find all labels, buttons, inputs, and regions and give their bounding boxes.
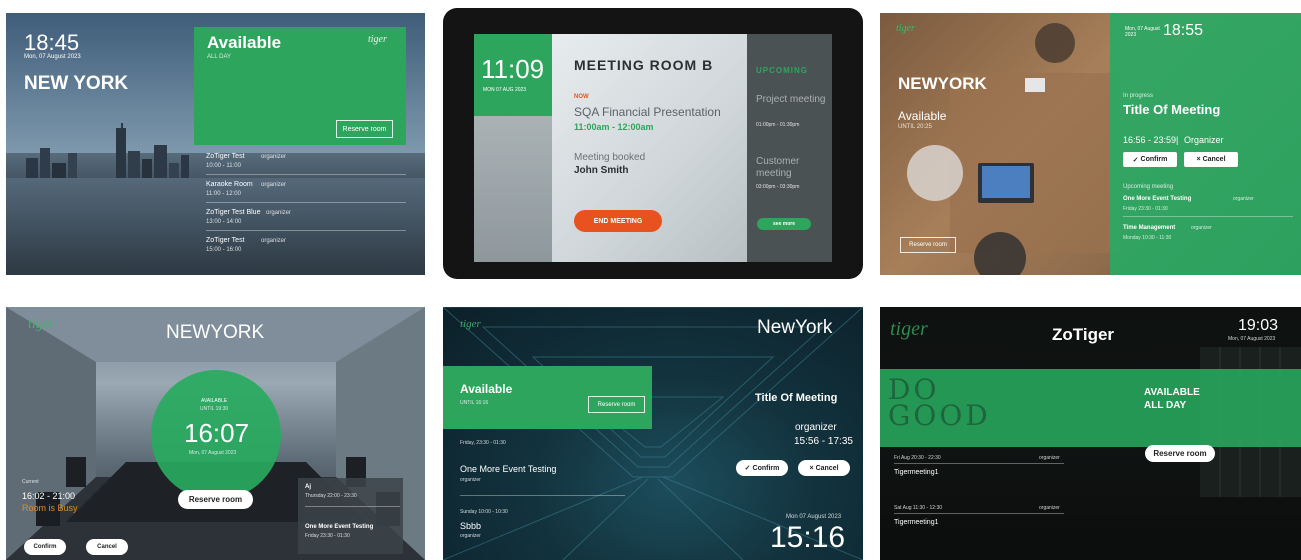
upcoming-column: UPCOMING Project meeting 01:00pm - 01:30… (747, 34, 832, 262)
clock-date: Mon, 07 August 2023 (1228, 336, 1276, 342)
check-icon: ✓ (744, 465, 751, 472)
meeting-organizer: organizer (795, 422, 837, 433)
close-icon: × (1196, 156, 1201, 163)
city-name: NEW YORK (24, 73, 129, 94)
upcoming-item-time: 03:00pm - 03:30pm (756, 184, 800, 190)
panel-zotiger-office: DO GOOD tiger ZoTiger 19:03 Mon, 07 Augu… (880, 307, 1301, 560)
city-name: NEWYORK (166, 322, 265, 343)
brand-logo: tiger (896, 23, 915, 34)
clock-date: Mon, 07 August 2023 (24, 54, 81, 60)
upcoming-label: UPCOMING (756, 66, 808, 75)
status-subtitle: UNTIL 16:16 (460, 400, 489, 406)
booked-by-label: Meeting booked (574, 152, 646, 163)
status-card: Available ALL DAY tiger Reserve room (194, 27, 406, 145)
current-title: Room is Busy (22, 503, 78, 513)
panel-new-york-skyline: 18:45 Mon, 07 August 2023 NEW YORK Avail… (6, 13, 425, 275)
clock-date: MON 07 AUG 2023 (483, 87, 527, 93)
status-subtitle: ALL DAY (207, 54, 232, 60)
end-meeting-button[interactable]: END MEETING (574, 210, 662, 232)
clock-time: 15:16 (770, 521, 846, 554)
meeting-time: 16:56 - 23:59 (1123, 135, 1177, 145)
now-label: NOW (574, 94, 589, 100)
cancel-button[interactable]: Cancel (86, 539, 128, 555)
in-progress-label: In progress (1123, 93, 1154, 99)
page-title: ZoTiger (1052, 325, 1115, 344)
current-label: Current (22, 479, 39, 485)
cancel-button[interactable]: × Cancel (1184, 152, 1238, 167)
clock-date: Mon 07 August 2023 (786, 514, 842, 520)
booked-by-name: John Smith (574, 165, 629, 176)
clock-date: Mon, 07 August 2023 (189, 450, 237, 456)
reserve-room-button[interactable]: Reserve room (178, 490, 253, 509)
clock-date: Mon, 07 August 2023 (1125, 26, 1160, 38)
meeting-details: MEETING ROOM B NOW SQA Financial Present… (552, 34, 747, 262)
brand-logo: tiger (368, 34, 387, 45)
upcoming-item-time: 01:00pm - 01:30pm (756, 122, 800, 128)
status-subtitle: UNTIL 20:25 (898, 124, 932, 130)
status-circle: AVAILABLE UNTIL 19:30 16:07 Mon, 07 Augu… (151, 370, 281, 500)
status-title: AVAILABLE (201, 398, 228, 404)
clock-time: 18:45 (24, 30, 80, 55)
meeting-organizer: Organizer (1184, 135, 1224, 145)
reserve-room-button[interactable]: Reserve room (336, 120, 393, 138)
reserve-room-button[interactable]: Reserve room (588, 396, 645, 413)
status-subtitle: UNTIL 19:30 (200, 406, 229, 412)
panel-tablet-meeting-room-b: 11:09 MON 07 AUG 2023 MEETING ROOM B NOW… (443, 8, 863, 279)
clock-time: 16:07 (184, 418, 250, 448)
status-card: Available UNTIL 16:16 Reserve room (443, 366, 652, 429)
check-icon: ✓ (1132, 156, 1139, 164)
tablet-screen: 11:09 MON 07 AUG 2023 MEETING ROOM B NOW… (474, 34, 832, 262)
current-time: 16:02 - 21:00 (22, 491, 76, 501)
meeting-time: 15:56 - 17:35 (794, 436, 853, 447)
meeting-title: Title Of Meeting (755, 392, 838, 404)
clock-time: 11:09 (481, 54, 545, 84)
status-subtitle: ALL DAY (1144, 400, 1187, 411)
meeting-title: Title Of Meeting (1123, 102, 1221, 117)
reserve-room-button[interactable]: Reserve room (1145, 445, 1215, 462)
panel-tunnel: tiger NewYork Available UNTIL 16:16 Rese… (443, 307, 863, 560)
upcoming-list: Aj Thursday 22:00 - 23:30 One More Event… (298, 478, 403, 554)
upcoming-item-title[interactable]: Project meeting (756, 94, 826, 106)
city-name: NEWYORK (898, 74, 987, 93)
city-name: NewYork (757, 317, 833, 338)
confirm-button[interactable]: ✓ Confirm (736, 460, 788, 476)
cancel-button[interactable]: × Cancel (798, 460, 850, 476)
clock-time: 18:55 (1163, 22, 1204, 39)
clock-time: 19:03 (1238, 317, 1279, 334)
confirm-button[interactable]: ✓ Confirm (1123, 152, 1177, 167)
panel-conference-room: tiger NEWYORK AVAILABLE UNTIL 19:30 16:0… (6, 307, 425, 560)
clock-card: 11:09 MON 07 AUG 2023 (474, 34, 552, 116)
room-name: MEETING ROOM B (574, 57, 714, 73)
meeting-title: SQA Financial Presentation (574, 105, 721, 119)
status-title: Available (898, 109, 947, 123)
confirm-button[interactable]: Confirm (24, 539, 66, 555)
close-icon: × (809, 464, 814, 472)
upcoming-label: Upcoming meeting (1123, 184, 1174, 190)
brand-logo: tiger (28, 317, 55, 332)
brand-logo: tiger (890, 318, 928, 340)
brand-logo: tiger (460, 318, 481, 330)
reserve-room-button[interactable]: Reserve room (900, 237, 956, 253)
meeting-separator: | (1176, 135, 1179, 145)
status-title: Available (207, 33, 282, 52)
meeting-list: ZoTiger Test organizer 10:00 - 11:00 Kar… (206, 153, 406, 263)
status-title: AVAILABLE (1144, 387, 1200, 398)
upcoming-item-title[interactable]: Customer meeting (756, 156, 826, 180)
status-title: Available (460, 382, 513, 396)
wall-lettering: DO GOOD (888, 373, 991, 432)
meeting-time: 11:00am - 12:00am (574, 122, 654, 132)
panel-desk-overhead: tiger Mon, 07 August 2023 18:55 NEWYORK … (880, 13, 1301, 275)
see-more-button[interactable]: see more (757, 218, 811, 230)
